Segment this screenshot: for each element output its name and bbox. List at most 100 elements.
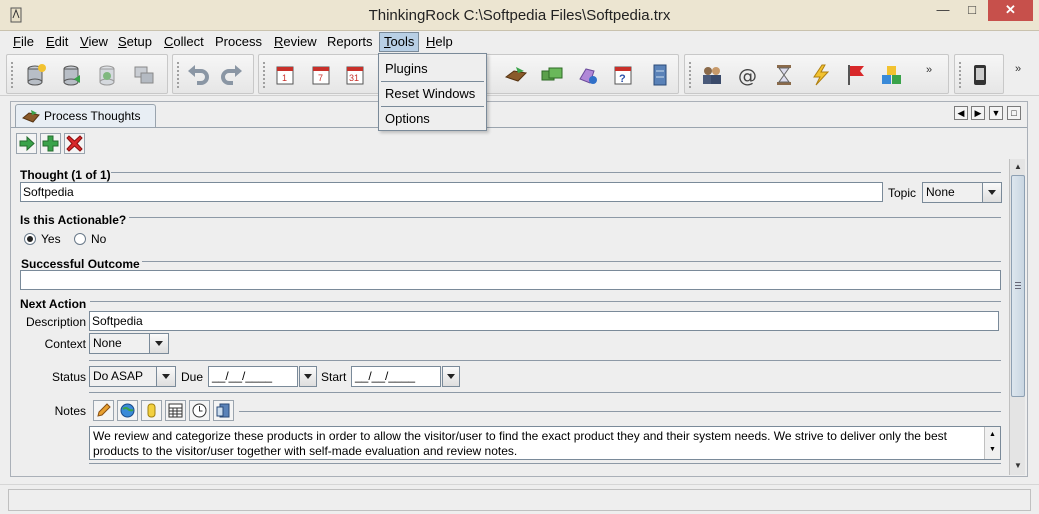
- print-icon[interactable]: [575, 61, 601, 89]
- thought-field[interactable]: Softpedia: [20, 182, 883, 202]
- scroll-up-arrow[interactable]: ▲: [1011, 160, 1025, 174]
- toolbar-overflow-button[interactable]: »: [923, 65, 935, 85]
- toolbar-grip[interactable]: [176, 61, 180, 89]
- menu-bar: File Edit View Setup Collect Process Rev…: [0, 31, 1039, 52]
- menu-view[interactable]: View: [76, 34, 112, 51]
- tab-maximize-button[interactable]: □: [1007, 106, 1021, 120]
- start-date-field[interactable]: __/__/____: [351, 366, 441, 387]
- section-divider: [142, 261, 1001, 262]
- add-button[interactable]: [40, 133, 61, 154]
- title-bar: ThinkingRock C:\Softpedia Files\Softpedi…: [0, 0, 1039, 31]
- save-database-icon[interactable]: [95, 61, 121, 89]
- start-date-combo[interactable]: __/__/____: [351, 366, 461, 387]
- chevron-down-icon[interactable]: [982, 183, 1001, 202]
- clock-icon[interactable]: [189, 400, 210, 421]
- toolbar-grip[interactable]: [958, 61, 962, 89]
- context-combo[interactable]: None: [89, 333, 169, 354]
- cubes-icon[interactable]: [879, 61, 905, 89]
- menu-file[interactable]: File: [9, 34, 38, 51]
- globe-icon[interactable]: [117, 400, 138, 421]
- calendar-icon[interactable]: [165, 400, 186, 421]
- menu-reports[interactable]: Reports: [323, 34, 377, 51]
- toolbar-grip[interactable]: [10, 61, 14, 89]
- menu-help[interactable]: Help: [422, 34, 457, 51]
- calendar-month-icon[interactable]: 31: [343, 61, 369, 89]
- notes-text: We review and categorize these products …: [93, 429, 947, 458]
- hourglass-icon[interactable]: [771, 61, 797, 89]
- chevron-down-icon[interactable]: [442, 366, 460, 387]
- undo-icon[interactable]: [185, 61, 211, 89]
- calendar-day-icon[interactable]: 1: [273, 61, 299, 89]
- organize-icon[interactable]: [503, 61, 529, 89]
- due-label: Due: [181, 370, 204, 384]
- chevron-down-icon[interactable]: [299, 366, 317, 387]
- toolbar-grip[interactable]: [688, 61, 692, 89]
- process-thoughts-panel: Process Thoughts ◀ ▶ ▼ □ Thought (1 of 1…: [10, 101, 1028, 477]
- tab-list-button[interactable]: ▼: [989, 106, 1003, 120]
- topic-label: Topic: [888, 186, 917, 200]
- menu-item-reset-windows[interactable]: Reset Windows: [379, 82, 486, 106]
- tools-menu-dropdown: Plugins Reset Windows Options: [378, 53, 487, 131]
- maximize-button[interactable]: □: [959, 0, 985, 21]
- toolbar-grip[interactable]: [262, 61, 266, 89]
- scroll-down-arrow[interactable]: ▼: [1011, 459, 1025, 473]
- attachment-icon[interactable]: [141, 400, 162, 421]
- actionable-no-radio[interactable]: [74, 233, 86, 245]
- new-database-icon[interactable]: [23, 61, 49, 89]
- tab-scroll-left-button[interactable]: ◀: [954, 106, 968, 120]
- status-bar: [0, 484, 1039, 514]
- toolbar-group-review: @ »: [684, 54, 949, 94]
- close-button[interactable]: ✕: [988, 0, 1033, 21]
- actionable-yes-label: Yes: [41, 232, 61, 246]
- menu-review[interactable]: Review: [270, 34, 321, 51]
- menu-edit[interactable]: Edit: [42, 34, 72, 51]
- form-scrollbar[interactable]: ▲ ▼: [1009, 159, 1025, 475]
- flag-icon[interactable]: [843, 61, 869, 89]
- toolbar-group-device: [954, 54, 1004, 94]
- menu-collect[interactable]: Collect: [160, 34, 208, 51]
- menu-tools[interactable]: Tools: [379, 32, 420, 52]
- chevron-down-icon[interactable]: [156, 367, 175, 386]
- menu-item-plugins[interactable]: Plugins: [379, 57, 486, 81]
- description-label: Description: [25, 315, 86, 329]
- process-thoughts-icon[interactable]: [539, 61, 565, 89]
- archive-icon[interactable]: [647, 61, 673, 89]
- menu-item-options[interactable]: Options: [379, 107, 486, 131]
- svg-text:31: 31: [349, 73, 359, 83]
- delete-button[interactable]: [64, 133, 85, 154]
- scroll-grip: [1015, 282, 1021, 289]
- description-field[interactable]: Softpedia: [89, 311, 999, 331]
- context-value: None: [93, 336, 122, 350]
- chevron-down-icon[interactable]: [149, 334, 168, 353]
- tab-scroll-right-button[interactable]: ▶: [971, 106, 985, 120]
- tab-process-thoughts[interactable]: Process Thoughts: [15, 104, 156, 128]
- contacts-icon[interactable]: [699, 61, 725, 89]
- help-calendar-icon[interactable]: ?: [611, 61, 637, 89]
- scroll-thumb[interactable]: [1011, 175, 1025, 397]
- due-date-field[interactable]: __/__/____: [208, 366, 298, 387]
- menu-process[interactable]: Process: [211, 34, 266, 51]
- menu-setup[interactable]: Setup: [114, 34, 156, 51]
- start-label: Start: [321, 370, 347, 384]
- notes-textarea[interactable]: We review and categorize these products …: [89, 426, 1001, 460]
- topic-combo[interactable]: None: [922, 182, 1002, 203]
- toolbar-overflow-button[interactable]: »: [1012, 64, 1024, 84]
- topic-value: None: [926, 185, 955, 199]
- open-database-icon[interactable]: [59, 61, 85, 89]
- redo-icon[interactable]: [219, 61, 245, 89]
- device-icon[interactable]: [967, 61, 993, 89]
- outcome-field[interactable]: [20, 270, 1001, 290]
- notes-scrollbar[interactable]: ▲ ▼: [984, 427, 1000, 459]
- backup-icon[interactable]: [131, 61, 157, 89]
- due-date-combo[interactable]: __/__/____: [208, 366, 318, 387]
- document-icon[interactable]: [213, 400, 234, 421]
- lightning-icon[interactable]: [807, 61, 833, 89]
- status-combo[interactable]: Do ASAP: [89, 366, 176, 387]
- email-icon[interactable]: @: [735, 61, 761, 89]
- next-button[interactable]: [16, 133, 37, 154]
- calendar-week-icon[interactable]: 7: [309, 61, 335, 89]
- edit-pencil-icon[interactable]: [93, 400, 114, 421]
- actionable-yes-radio[interactable]: [24, 233, 36, 245]
- toolbar: 1 7 31 ? @ » »: [0, 52, 1039, 96]
- minimize-button[interactable]: —: [930, 0, 956, 21]
